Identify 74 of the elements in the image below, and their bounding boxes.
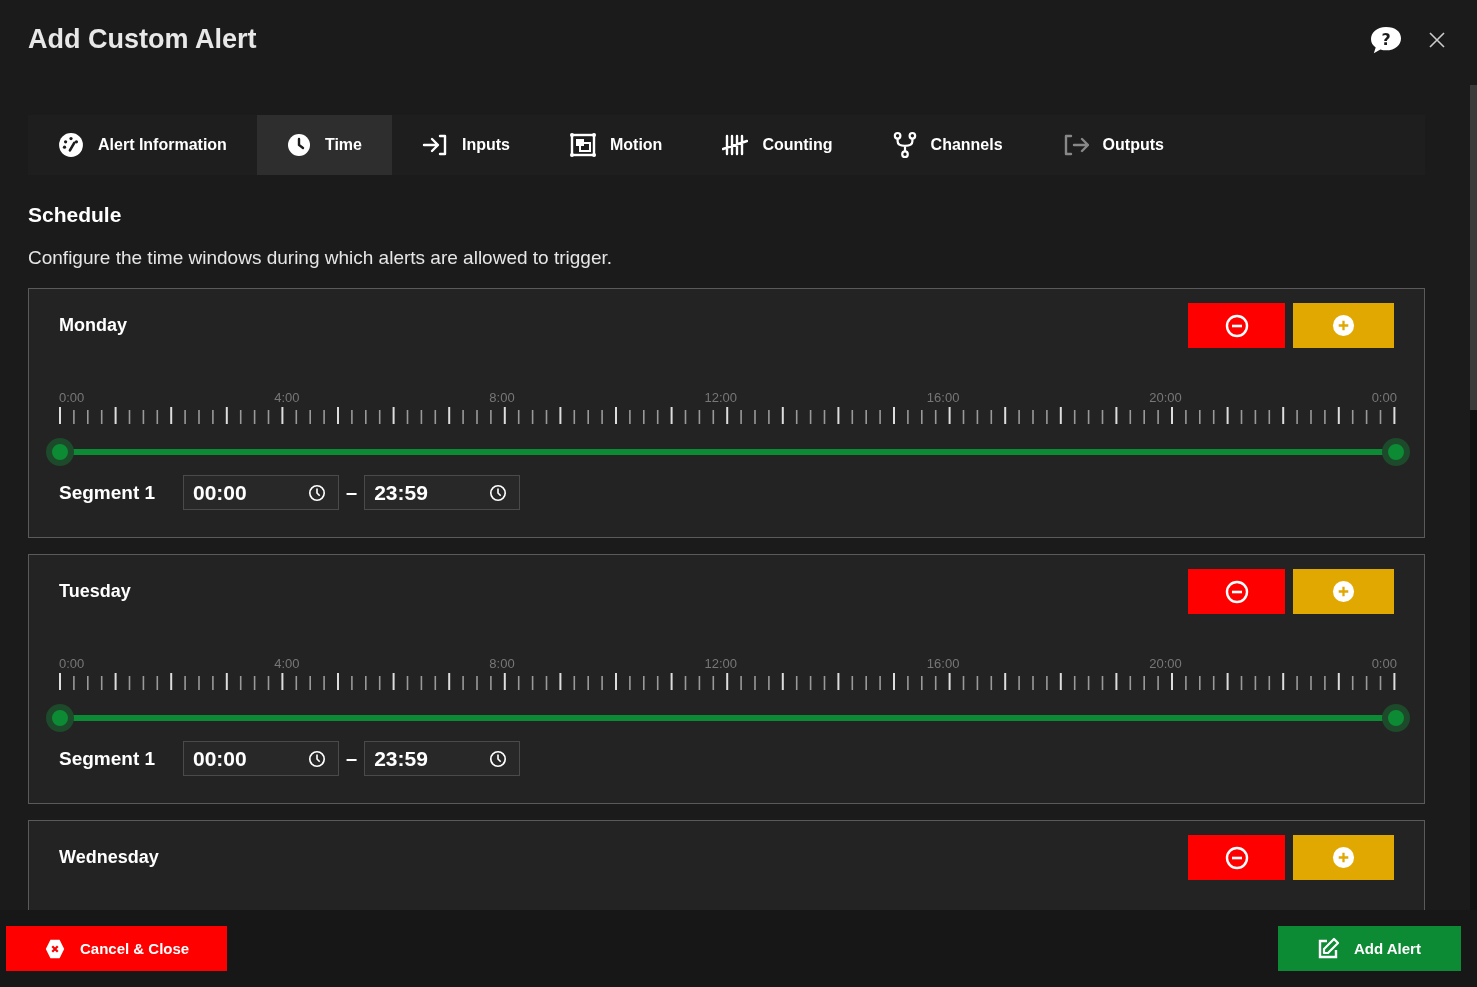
add-segment-button[interactable] bbox=[1293, 569, 1394, 614]
day-name: Wednesday bbox=[59, 847, 159, 868]
tab-label: Alert Information bbox=[98, 136, 227, 154]
plus-icon bbox=[1332, 846, 1355, 869]
minus-icon bbox=[1224, 313, 1249, 338]
remove-segment-button[interactable] bbox=[1188, 569, 1285, 614]
time-tick-label: 12:00 bbox=[704, 390, 737, 405]
time-tick-label: 4:00 bbox=[274, 390, 300, 405]
time-field[interactable]: 23:59 bbox=[364, 741, 521, 776]
arrow-into-bracket-icon bbox=[421, 133, 448, 157]
time-field[interactable]: 00:00 bbox=[183, 741, 339, 776]
remove-segment-button[interactable] bbox=[1188, 835, 1285, 880]
tab[interactable]: Counting bbox=[692, 115, 863, 175]
tab-label: Outputs bbox=[1102, 136, 1164, 154]
time-tick-label: 16:00 bbox=[926, 390, 960, 405]
section-description: Configure the time windows during which alerts are allowed to trigger. bbox=[28, 247, 614, 269]
segment-label: Segment 1 bbox=[59, 481, 157, 504]
time-field[interactable]: 23:59 bbox=[364, 475, 521, 510]
clock-icon bbox=[308, 749, 326, 768]
day-name: Tuesday bbox=[59, 581, 131, 602]
remove-segment-button[interactable] bbox=[1188, 303, 1285, 348]
segment-label: Segment 1 bbox=[59, 747, 157, 770]
help-icon[interactable]: ? bbox=[1369, 25, 1403, 55]
clock-icon bbox=[286, 133, 311, 157]
tab[interactable]: Outputs bbox=[1032, 115, 1194, 175]
time-tick-label: 12:00 bbox=[704, 656, 737, 671]
time-tick-label: 0:00 bbox=[59, 390, 85, 405]
tab[interactable]: Inputs bbox=[391, 115, 540, 175]
tab[interactable]: Time bbox=[256, 115, 392, 175]
add-segment-button[interactable] bbox=[1293, 303, 1394, 348]
edit-icon bbox=[1316, 936, 1340, 961]
clock-icon bbox=[489, 483, 508, 502]
time-field[interactable]: 00:00 bbox=[183, 475, 339, 510]
time-tick-label: 4:00 bbox=[274, 656, 300, 671]
close-icon[interactable] bbox=[1429, 32, 1445, 48]
tab[interactable]: Motion bbox=[539, 115, 693, 175]
slider-handle[interactable] bbox=[1382, 704, 1410, 732]
time-tick-label: 0:00 bbox=[1371, 390, 1397, 405]
add-segment-button[interactable] bbox=[1293, 835, 1394, 880]
add-alert-button[interactable]: Add Alert bbox=[1278, 926, 1461, 971]
time-tick-label: 8:00 bbox=[489, 656, 515, 671]
gauge-icon bbox=[58, 132, 84, 158]
slider-handle[interactable] bbox=[46, 704, 74, 732]
time-tick-label: 0:00 bbox=[1371, 656, 1397, 671]
minus-icon bbox=[1224, 845, 1249, 870]
tally-icon bbox=[722, 134, 749, 156]
fork-icon bbox=[892, 131, 917, 159]
day-name: Monday bbox=[59, 315, 127, 336]
slider-handle[interactable] bbox=[1382, 438, 1410, 466]
minus-icon bbox=[1224, 579, 1249, 604]
plus-icon bbox=[1332, 314, 1355, 337]
range-separator: – bbox=[346, 747, 358, 770]
time-tick-label: 8:00 bbox=[489, 390, 515, 405]
time-tick-label: 20:00 bbox=[1149, 390, 1182, 405]
tab-label: Channels bbox=[930, 136, 1003, 154]
slider-handle[interactable] bbox=[46, 438, 74, 466]
time-tick-label: 20:00 bbox=[1149, 656, 1182, 671]
arrow-out-bracket-icon bbox=[1062, 133, 1089, 157]
section-title: Schedule bbox=[28, 203, 123, 227]
clock-icon bbox=[308, 483, 326, 502]
dialog-title: Add Custom Alert bbox=[28, 23, 257, 55]
tab-label: Inputs bbox=[461, 136, 510, 154]
cancel-close-button[interactable]: Cancel & Close bbox=[6, 926, 227, 971]
time-tick-label: 0:00 bbox=[59, 656, 85, 671]
tab[interactable]: Alert Information bbox=[28, 115, 257, 175]
time-tick-label: 16:00 bbox=[926, 656, 960, 671]
plus-icon bbox=[1332, 580, 1355, 603]
tab-label: Motion bbox=[609, 136, 663, 154]
tab-label: Time bbox=[324, 136, 362, 154]
range-separator: – bbox=[346, 481, 358, 504]
tab-label: Counting bbox=[762, 136, 833, 154]
frame-icon bbox=[569, 133, 596, 157]
clock-icon bbox=[489, 749, 508, 768]
tab[interactable]: Channels bbox=[862, 115, 1033, 175]
